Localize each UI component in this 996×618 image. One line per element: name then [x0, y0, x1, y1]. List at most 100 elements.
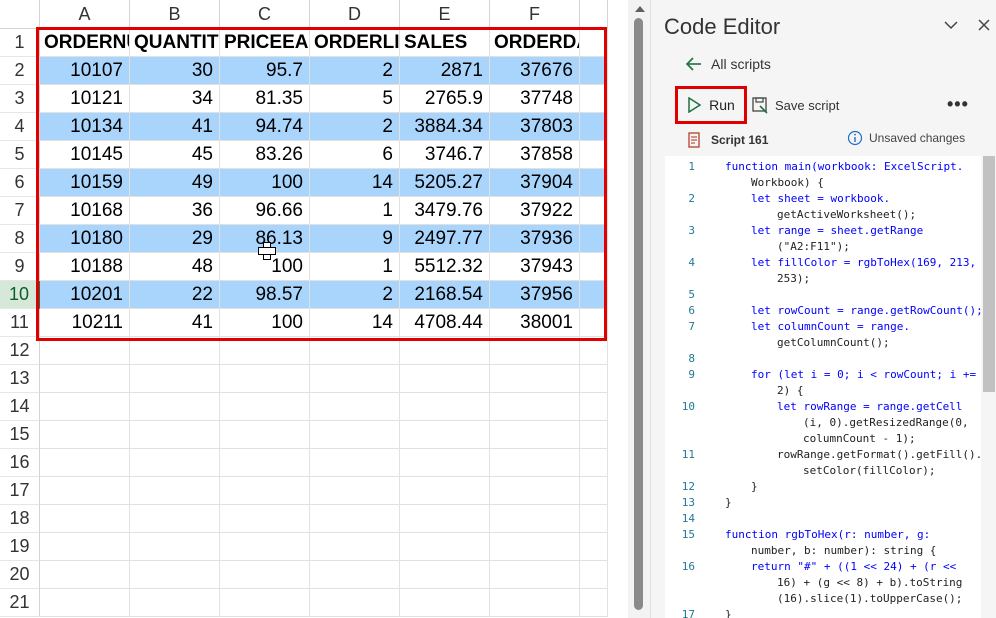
row-header[interactable]: 16 — [0, 449, 40, 477]
cell[interactable]: 37956 — [490, 281, 580, 309]
row-header[interactable]: 18 — [0, 505, 40, 533]
cell[interactable] — [220, 533, 310, 561]
cell[interactable]: 10201 — [40, 281, 130, 309]
cell[interactable]: ORDERNUMBER — [40, 29, 130, 57]
cell[interactable]: 4708.44 — [400, 309, 490, 337]
cell[interactable] — [130, 477, 220, 505]
cell[interactable]: 34 — [130, 85, 220, 113]
cell[interactable] — [580, 393, 608, 421]
cell[interactable]: 10180 — [40, 225, 130, 253]
cell[interactable] — [580, 533, 608, 561]
cell[interactable]: 10107 — [40, 57, 130, 85]
cell[interactable] — [580, 57, 608, 85]
cell[interactable] — [490, 477, 580, 505]
cell[interactable]: 10134 — [40, 113, 130, 141]
cell[interactable] — [310, 421, 400, 449]
cell[interactable]: 9 — [310, 225, 400, 253]
cell[interactable] — [400, 505, 490, 533]
cell[interactable] — [220, 589, 310, 617]
cell[interactable]: 37922 — [490, 197, 580, 225]
cell[interactable] — [40, 337, 130, 365]
cell[interactable]: 41 — [130, 113, 220, 141]
save-script-button[interactable]: Save script — [751, 86, 839, 124]
cell[interactable] — [400, 421, 490, 449]
cell[interactable] — [40, 421, 130, 449]
cell[interactable] — [580, 169, 608, 197]
cell[interactable]: 22 — [130, 281, 220, 309]
cell[interactable]: 2 — [310, 57, 400, 85]
row-header[interactable]: 12 — [0, 337, 40, 365]
cell[interactable] — [220, 561, 310, 589]
cell[interactable]: 3479.76 — [400, 197, 490, 225]
cell[interactable] — [580, 253, 608, 281]
cell[interactable] — [490, 449, 580, 477]
cell[interactable] — [400, 589, 490, 617]
cell[interactable] — [40, 365, 130, 393]
cell[interactable] — [130, 421, 220, 449]
cell[interactable] — [310, 589, 400, 617]
select-all-corner[interactable] — [0, 0, 40, 29]
cell[interactable]: 37676 — [490, 57, 580, 85]
cell[interactable]: 37943 — [490, 253, 580, 281]
row-header[interactable]: 13 — [0, 365, 40, 393]
row-header[interactable]: 21 — [0, 589, 40, 617]
cell[interactable]: 98.57 — [220, 281, 310, 309]
cell[interactable] — [40, 533, 130, 561]
cell[interactable] — [400, 337, 490, 365]
code-editor[interactable]: 1 function main(workbook: ExcelScript. Wor… — [665, 156, 981, 618]
row-header[interactable]: 15 — [0, 421, 40, 449]
cell[interactable] — [490, 365, 580, 393]
column-header-g[interactable] — [580, 0, 608, 29]
row-header[interactable]: 14 — [0, 393, 40, 421]
cell[interactable] — [310, 505, 400, 533]
cell[interactable]: 3884.34 — [400, 113, 490, 141]
code-scrollbar-thumb[interactable] — [983, 156, 995, 392]
cell[interactable] — [130, 561, 220, 589]
cell[interactable]: ORDERLINENUMBER — [310, 29, 400, 57]
cell[interactable]: 38001 — [490, 309, 580, 337]
code-vertical-scrollbar[interactable] — [981, 156, 996, 618]
cell[interactable] — [310, 449, 400, 477]
cell[interactable]: 6 — [310, 141, 400, 169]
cell[interactable] — [580, 29, 608, 57]
cell[interactable]: 2 — [310, 281, 400, 309]
cell[interactable] — [40, 561, 130, 589]
row-header[interactable]: 5 — [0, 141, 40, 169]
cell[interactable] — [490, 561, 580, 589]
cell[interactable]: 96.66 — [220, 197, 310, 225]
cell[interactable]: 5 — [310, 85, 400, 113]
cell[interactable] — [220, 421, 310, 449]
cell[interactable]: 81.35 — [220, 85, 310, 113]
cell[interactable] — [580, 281, 608, 309]
cell[interactable] — [400, 561, 490, 589]
cell[interactable]: 37748 — [490, 85, 580, 113]
cell[interactable]: 100 — [220, 169, 310, 197]
cell[interactable] — [580, 197, 608, 225]
cell[interactable] — [310, 533, 400, 561]
column-header-d[interactable]: D — [310, 0, 400, 29]
cell[interactable] — [580, 477, 608, 505]
cell[interactable] — [580, 561, 608, 589]
cell[interactable] — [130, 449, 220, 477]
column-header-c[interactable]: C — [220, 0, 310, 29]
row-header[interactable]: 8 — [0, 225, 40, 253]
cell[interactable]: QUANTITYORDERED — [130, 29, 220, 57]
column-header-e[interactable]: E — [400, 0, 490, 29]
cell[interactable] — [220, 393, 310, 421]
row-header[interactable]: 11 — [0, 309, 40, 337]
cell[interactable] — [490, 337, 580, 365]
cell[interactable] — [490, 589, 580, 617]
cell[interactable] — [580, 141, 608, 169]
cell[interactable]: PRICEEACH — [220, 29, 310, 57]
row-header[interactable]: 6 — [0, 169, 40, 197]
more-options-button[interactable]: ••• — [947, 94, 969, 115]
cell[interactable] — [310, 337, 400, 365]
cell[interactable]: 5205.27 — [400, 169, 490, 197]
cell[interactable] — [310, 477, 400, 505]
row-header[interactable]: 20 — [0, 561, 40, 589]
cell[interactable] — [490, 533, 580, 561]
cell[interactable]: 45 — [130, 141, 220, 169]
spreadsheet-grid[interactable]: ABCDEF 1ORDERNUMBERQUANTITYORDEREDPRICEE… — [0, 0, 628, 618]
cell[interactable] — [580, 365, 608, 393]
cell[interactable] — [130, 337, 220, 365]
